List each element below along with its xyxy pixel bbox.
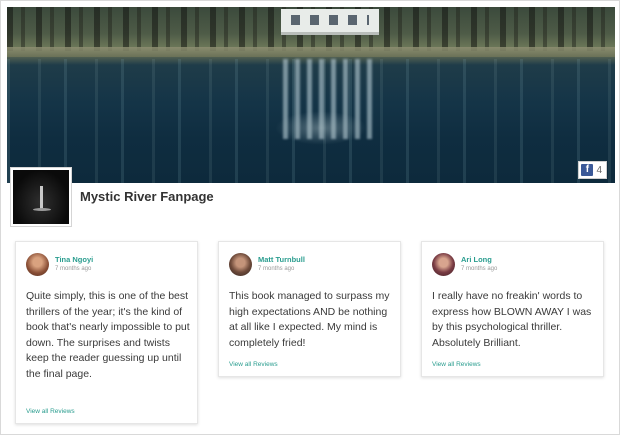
review-time: 7 months ago — [461, 266, 498, 272]
cover-ripple — [275, 111, 367, 145]
reviewer-name[interactable]: Ari Long — [461, 255, 497, 265]
view-all-reviews-link[interactable]: View all Reviews — [432, 361, 481, 368]
facebook-count: 4 — [596, 164, 602, 176]
view-all-reviews-link[interactable]: View all Reviews — [229, 361, 278, 368]
avatar[interactable] — [432, 253, 455, 276]
review-time: 7 months ago — [55, 266, 92, 272]
review-header: Matt Turnbull 7 months ago — [229, 253, 305, 276]
fanpage-widget: f 4 Mystic River Fanpage Tina Ngoyi 7 mo… — [0, 0, 620, 435]
review-card: Ari Long 7 months ago I really have no f… — [421, 241, 604, 377]
review-text: This book managed to surpass my high exp… — [229, 290, 390, 349]
avatar[interactable] — [229, 253, 252, 276]
cover-house — [281, 9, 379, 35]
reviewer-name[interactable]: Tina Ngoyi — [55, 255, 93, 265]
page-profile-picture[interactable] — [11, 168, 71, 226]
reviewer-name[interactable]: Matt Turnbull — [258, 255, 305, 265]
cover-photo: f 4 — [7, 7, 615, 183]
view-all-reviews-link[interactable]: View all Reviews — [26, 408, 75, 415]
review-header: Ari Long 7 months ago — [432, 253, 497, 276]
review-text: Quite simply, this is one of the best th… — [26, 290, 190, 380]
review-header: Tina Ngoyi 7 months ago — [26, 253, 93, 276]
cover-shore — [7, 47, 615, 57]
facebook-count-badge[interactable]: f 4 — [578, 161, 607, 179]
review-time: 7 months ago — [258, 266, 295, 272]
page-title[interactable]: Mystic River Fanpage — [80, 189, 214, 204]
review-card: Matt Turnbull 7 months ago This book man… — [218, 241, 401, 377]
review-text: I really have no freakin' words to expre… — [432, 290, 592, 349]
avatar[interactable] — [26, 253, 49, 276]
facebook-icon: f — [581, 164, 594, 176]
review-card: Tina Ngoyi 7 months ago Quite simply, th… — [15, 241, 198, 424]
